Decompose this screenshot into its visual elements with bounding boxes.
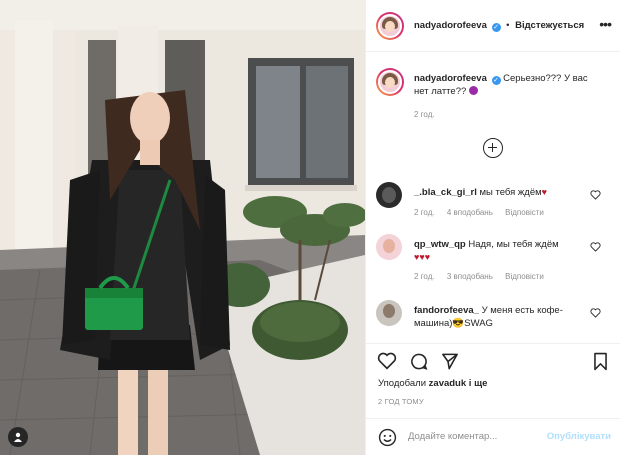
post-caption: nadyadorofeeva ✓ Серьезно??? У вас нет л… <box>366 62 620 132</box>
publish-comment-button[interactable]: Опублікувати <box>547 431 611 442</box>
commenter-avatar[interactable] <box>376 182 402 208</box>
verified-badge-icon: ✓ <box>491 76 501 85</box>
liked-by-others[interactable]: і ще <box>466 378 488 389</box>
devil-emoji-icon <box>468 86 478 95</box>
author-username[interactable]: nadyadorofeeva <box>414 20 487 31</box>
post-time-ago[interactable]: 2 ГОД ТОМУ <box>378 397 424 406</box>
caption-author-avatar[interactable] <box>376 68 404 96</box>
post-side-panel: nadyadorofeeva ✓ • Відстежується ••• nad… <box>365 0 620 455</box>
like-comment-heart-icon[interactable] <box>590 242 601 252</box>
post-photo[interactable] <box>0 0 365 455</box>
comment-item: qp_wtw_qp Надя, мы тебя ждём ♥♥♥ 2 год. … <box>366 234 620 284</box>
comment-item: _.bla_ck_gi_rl мы тебя ждём♥ 2 год. 4 вп… <box>366 182 620 232</box>
commenter-username[interactable]: _.bla_ck_gi_rl <box>414 187 477 198</box>
red-hearts-emoji-icon: ♥♥♥ <box>414 252 431 262</box>
verified-badge-icon: ✓ <box>491 23 501 32</box>
comment-text: мы тебя ждём <box>479 187 542 198</box>
emoji-smile-icon[interactable] <box>378 428 397 447</box>
separator-dot: • <box>506 20 510 31</box>
commenter-username[interactable]: fandorofeeva_ <box>414 305 479 316</box>
comment-bubble-icon[interactable] <box>409 352 429 371</box>
comment-likes-count[interactable]: 4 вподобань <box>447 208 493 217</box>
comment-time[interactable]: 2 год. <box>414 272 435 281</box>
red-heart-emoji-icon: ♥ <box>541 187 547 197</box>
commenter-avatar[interactable] <box>376 234 402 260</box>
reply-button[interactable]: Відповісти <box>505 272 544 281</box>
like-comment-heart-icon[interactable] <box>590 190 601 200</box>
more-horizontal-icon[interactable]: ••• <box>599 17 612 31</box>
tagged-user-icon[interactable] <box>8 427 28 447</box>
comment-likes-count[interactable]: 3 вподобань <box>447 272 493 281</box>
like-comment-heart-icon[interactable] <box>590 308 601 318</box>
like-heart-icon[interactable] <box>377 352 397 370</box>
follow-status-button[interactable]: Відстежується <box>515 20 584 31</box>
liked-by-user[interactable]: zavaduk <box>429 378 467 389</box>
share-paper-plane-icon[interactable] <box>440 352 460 371</box>
post-actions: Уподобали zavaduk і ще 2 ГОД ТОМУ <box>366 343 620 413</box>
commenter-username[interactable]: qp_wtw_qp <box>414 239 466 250</box>
add-comment-bar: Опублікувати <box>366 418 620 455</box>
commenter-avatar[interactable] <box>376 300 402 326</box>
save-bookmark-icon[interactable] <box>592 352 609 371</box>
load-more-comments-icon[interactable] <box>483 138 503 158</box>
caption-author-username[interactable]: nadyadorofeeva <box>414 73 487 84</box>
liked-by-line: Уподобали zavaduk і ще <box>378 378 487 389</box>
comment-text: Надя, мы тебя ждём <box>468 239 559 250</box>
comment-time[interactable]: 2 год. <box>414 208 435 217</box>
author-avatar[interactable] <box>376 12 404 40</box>
reply-button[interactable]: Відповісти <box>505 208 544 217</box>
post-header: nadyadorofeeva ✓ • Відстежується ••• <box>366 0 620 52</box>
caption-time[interactable]: 2 год. <box>414 110 435 119</box>
comment-input[interactable] <box>408 427 558 445</box>
liked-by-prefix: Уподобали <box>378 378 429 389</box>
